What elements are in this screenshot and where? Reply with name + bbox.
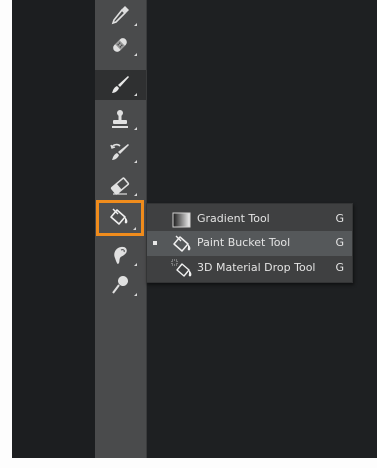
flyout-item-label: 3D Material Drop Tool <box>197 261 316 274</box>
flyout-indicator <box>133 227 136 230</box>
flyout-item-gradient-tool[interactable]: Gradient Tool G <box>147 207 352 232</box>
tool-flyout-menu: Gradient Tool G Paint Bucket Tool G 3D M… <box>146 203 353 283</box>
flyout-indicator <box>134 193 137 196</box>
flyout-indicator <box>134 160 137 163</box>
flyout-indicator <box>134 53 137 56</box>
flyout-item-label: Paint Bucket Tool <box>197 236 291 249</box>
blur-tool[interactable] <box>95 240 146 270</box>
paint-bucket-icon <box>110 208 128 225</box>
eyedropper-tool[interactable] <box>95 0 146 30</box>
selected-indicator <box>153 241 157 245</box>
3d-material-drop-icon <box>171 259 192 277</box>
clone-stamp-tool[interactable] <box>95 104 146 134</box>
left-panel-area <box>12 0 95 458</box>
blur-icon <box>114 246 127 264</box>
flyout-indicator <box>134 263 137 266</box>
flyout-indicator <box>134 93 137 96</box>
flyout-indicator <box>134 23 137 26</box>
flyout-item-paint-bucket-tool[interactable]: Paint Bucket Tool G <box>147 231 352 256</box>
clone-stamp-icon <box>112 110 128 128</box>
flyout-item-shortcut: G <box>335 212 344 225</box>
flyout-item-shortcut: G <box>335 261 344 274</box>
dodge-icon <box>112 276 128 294</box>
brush-icon <box>112 76 129 93</box>
history-brush-tool[interactable] <box>95 137 146 167</box>
paint-bucket-icon <box>173 235 191 252</box>
paint-bucket-tool[interactable] <box>96 200 144 236</box>
flyout-item-shortcut: G <box>335 236 344 249</box>
screenshot: Gradient Tool G Paint Bucket Tool G 3D M… <box>0 0 377 468</box>
tools-panel <box>95 0 147 458</box>
brush-tool[interactable] <box>95 70 146 100</box>
flyout-indicator <box>134 127 137 130</box>
spot-healing-brush-tool[interactable] <box>95 30 146 60</box>
spot-healing-brush-icon <box>113 38 127 52</box>
flyout-item-3d-material-drop-tool[interactable]: 3D Material Drop Tool G <box>147 256 352 281</box>
eraser-icon <box>110 177 130 195</box>
dodge-tool[interactable] <box>95 270 146 300</box>
flyout-indicator <box>134 293 137 296</box>
eraser-tool[interactable] <box>95 170 146 200</box>
flyout-item-label: Gradient Tool <box>197 212 270 225</box>
gradient-icon <box>172 212 191 228</box>
eyedropper-icon <box>111 6 129 25</box>
history-brush-icon <box>110 143 129 160</box>
